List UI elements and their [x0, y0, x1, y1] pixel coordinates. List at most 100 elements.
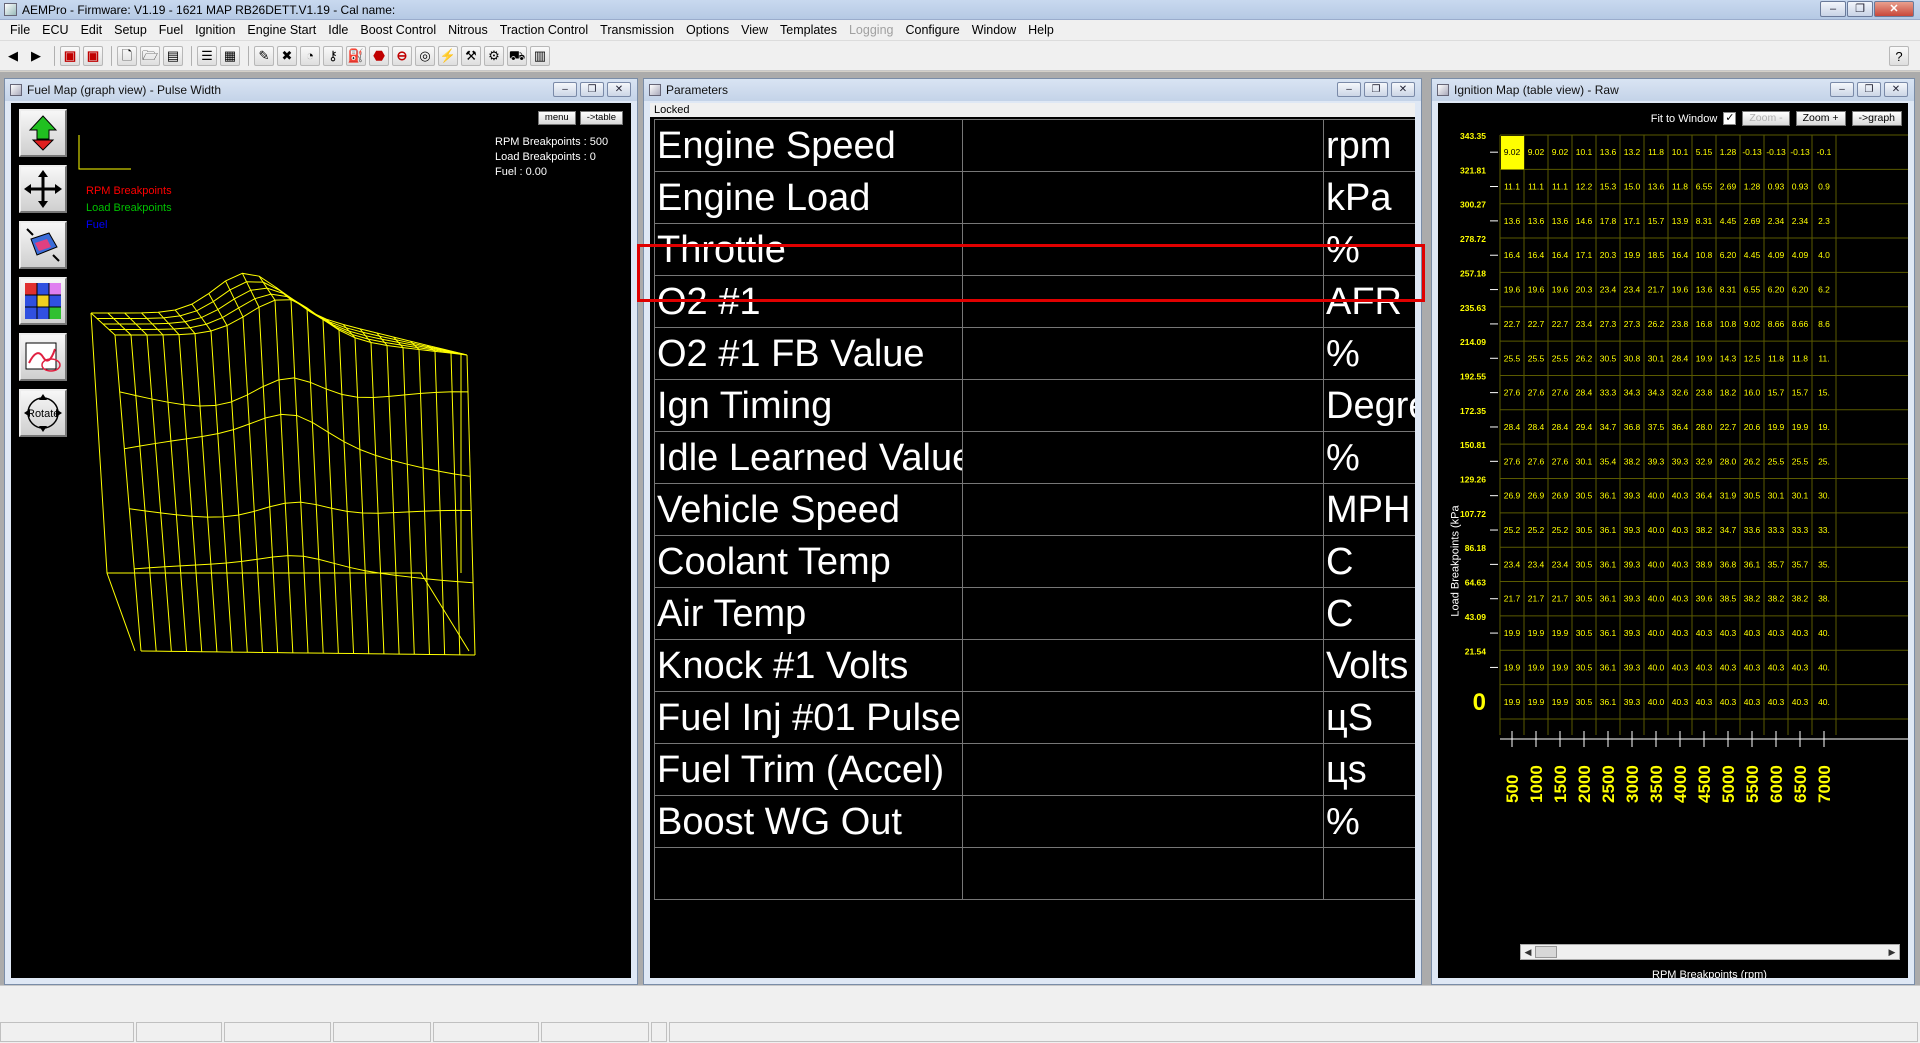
parameter-row[interactable]: Fuel Trim (Accel) цs: [654, 743, 1415, 796]
chart-icon[interactable]: ▦: [220, 45, 240, 66]
menu-view[interactable]: View: [735, 20, 774, 40]
menu-traction-control[interactable]: Traction Control: [494, 20, 594, 40]
close-button[interactable]: ✕: [1391, 82, 1415, 97]
parameter-row[interactable]: Throttle%: [654, 223, 1415, 276]
options-icon[interactable]: ☰: [197, 45, 217, 66]
table-cell: 5.15: [1696, 147, 1713, 157]
spark-icon[interactable]: ⚡: [438, 45, 458, 66]
rotate-tool-button[interactable]: Rotate: [19, 389, 67, 437]
restore-button[interactable]: ❐: [1857, 82, 1881, 97]
menu-help[interactable]: Help: [1022, 20, 1060, 40]
parameter-row[interactable]: O2 #1 FB Value%: [654, 327, 1415, 380]
parameter-row[interactable]: Idle Learned Value%: [654, 431, 1415, 484]
mesh-rib: [146, 334, 172, 652]
tools-icon[interactable]: ✖: [277, 45, 297, 66]
parameter-row[interactable]: Coolant Temp C: [654, 535, 1415, 588]
graph-menu-button[interactable]: menu: [537, 111, 576, 125]
no-entry-icon[interactable]: ⊖: [392, 45, 412, 66]
minimize-button[interactable]: –: [1337, 82, 1361, 97]
ignition-map-title-bar[interactable]: Ignition Map (table view) - Raw – ❐ ✕: [1432, 79, 1914, 101]
menu-engine-start[interactable]: Engine Start: [241, 20, 322, 40]
scroll-left-icon[interactable]: ◀: [1522, 946, 1534, 958]
menu-templates[interactable]: Templates: [774, 20, 843, 40]
zoom-out-button[interactable]: Zoom -: [1742, 111, 1790, 126]
minimize-button[interactable]: –: [553, 82, 577, 97]
parameters-title-bar[interactable]: Parameters – ❐ ✕: [644, 79, 1421, 101]
parameter-row[interactable]: Engine Speed rpm: [654, 119, 1415, 172]
fuel-map-canvas[interactable]: Rotate menu ->table RPM Breakpoints : 50…: [11, 103, 631, 978]
pan-tool-button[interactable]: [19, 165, 67, 213]
new-file-icon[interactable]: 🗋: [117, 45, 137, 66]
close-button[interactable]: ✕: [1884, 82, 1908, 97]
minimize-button[interactable]: –: [1820, 1, 1846, 17]
wizard-icon[interactable]: ✎: [254, 45, 274, 66]
menu-configure[interactable]: Configure: [899, 20, 965, 40]
parameter-row[interactable]: Ign Timing Degre: [654, 379, 1415, 432]
close-button[interactable]: ✕: [607, 82, 631, 97]
parameter-row[interactable]: Knock #1 Volts Volts: [654, 639, 1415, 692]
zoom-in-button[interactable]: Zoom +: [1795, 111, 1846, 126]
menu-idle[interactable]: Idle: [322, 20, 354, 40]
settings-icon[interactable]: ⚙: [484, 45, 504, 66]
horizontal-scrollbar[interactable]: ◀ ▶: [1520, 944, 1900, 960]
forward-arrow-icon[interactable]: ▶: [26, 46, 46, 66]
scroll-thumb[interactable]: [1535, 946, 1557, 958]
close-button[interactable]: ✕: [1874, 1, 1914, 17]
trace-map-tool-button[interactable]: [19, 333, 67, 381]
zoom-3d-tool-button[interactable]: [19, 221, 67, 269]
parameter-row[interactable]: Air Temp C: [654, 587, 1415, 640]
target-icon[interactable]: ◎: [415, 45, 435, 66]
ignition-table-grid[interactable]: 9.02 9.02 9.02 10.1 13.6 13.2 11.8 10.1 5.15 1.28…: [1438, 103, 1908, 978]
save-file-icon[interactable]: ▤: [163, 45, 183, 66]
fuel-map-title-bar[interactable]: Fuel Map (graph view) - Pulse Width – ❐ …: [5, 79, 637, 101]
to-graph-button[interactable]: ->graph: [1851, 111, 1902, 126]
menu-boost-control[interactable]: Boost Control: [354, 20, 442, 40]
status-cell: [668, 1022, 1919, 1042]
table-cell: 27.6: [1552, 456, 1569, 466]
parameter-row[interactable]: [654, 847, 1415, 900]
key-icon[interactable]: ⚷: [323, 45, 343, 66]
table-cell: 4.0: [1818, 250, 1830, 260]
car-icon[interactable]: ⛟: [507, 45, 527, 66]
open-file-icon[interactable]: 🗁: [140, 45, 160, 66]
fuel-pump-icon[interactable]: ⛽: [346, 45, 366, 66]
menu-file[interactable]: File: [4, 20, 36, 40]
fuel-3d-mesh[interactable]: [11, 103, 631, 978]
minimize-button[interactable]: –: [1830, 82, 1854, 97]
menu-transmission[interactable]: Transmission: [594, 20, 680, 40]
ecu-read-icon[interactable]: ▣: [60, 45, 80, 66]
restore-button[interactable]: ❐: [580, 82, 604, 97]
move-up-down-tool-button[interactable]: [19, 109, 67, 157]
menu-ecu[interactable]: ECU: [36, 20, 74, 40]
menu-options[interactable]: Options: [680, 20, 735, 40]
ignition-map-window[interactable]: Ignition Map (table view) - Raw – ❐ ✕ 9.…: [1431, 78, 1915, 985]
wrench-icon[interactable]: ⚒: [461, 45, 481, 66]
color-grid-tool-button[interactable]: [19, 277, 67, 325]
parameter-row[interactable]: Boost WG Out%: [654, 795, 1415, 848]
ecu-write-icon[interactable]: ▣: [83, 45, 103, 66]
to-table-button[interactable]: ->table: [579, 111, 623, 125]
menu-fuel[interactable]: Fuel: [153, 20, 189, 40]
gauge-icon[interactable]: ◔: [300, 45, 320, 66]
back-arrow-icon[interactable]: ◀: [3, 46, 23, 66]
parameter-row[interactable]: O2 #1 AFR: [654, 275, 1415, 328]
restore-button[interactable]: ❐: [1364, 82, 1388, 97]
help-icon[interactable]: ?: [1889, 46, 1909, 66]
restore-button[interactable]: ❐: [1847, 1, 1873, 17]
stop-icon[interactable]: ⬣: [369, 45, 389, 66]
table-icon[interactable]: ▥: [530, 45, 550, 66]
menu-window[interactable]: Window: [966, 20, 1022, 40]
menu-nitrous[interactable]: Nitrous: [442, 20, 494, 40]
parameter-row[interactable]: Fuel Inj #01 Pulse цS: [654, 691, 1415, 744]
parameter-row[interactable]: Engine Load kPa: [654, 171, 1415, 224]
parameter-row[interactable]: Vehicle Speed MPH: [654, 483, 1415, 536]
app-title-bar[interactable]: AEMPro - Firmware: V1.19 - 1621 MAP RB26…: [0, 0, 1920, 20]
menu-edit[interactable]: Edit: [75, 20, 109, 40]
fuel-map-window[interactable]: Fuel Map (graph view) - Pulse Width – ❐ …: [4, 78, 638, 985]
fit-to-window-checkbox[interactable]: ✓: [1723, 112, 1737, 125]
scroll-right-icon[interactable]: ▶: [1886, 946, 1898, 958]
menu-ignition[interactable]: Ignition: [189, 20, 241, 40]
menu-setup[interactable]: Setup: [108, 20, 153, 40]
table-cell: 11.: [1818, 353, 1829, 363]
parameters-window[interactable]: Parameters – ❐ ✕ Locked Engine Speed rpm E…: [643, 78, 1422, 985]
